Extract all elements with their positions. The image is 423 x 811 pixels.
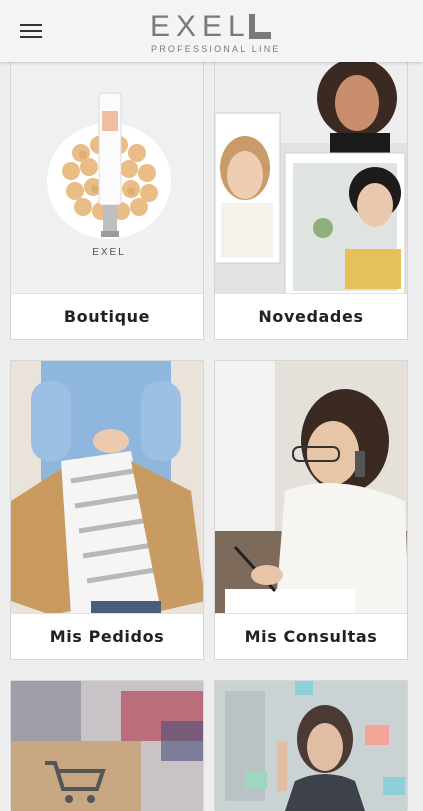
boutique-image: EXEL bbox=[11, 53, 203, 295]
logo-mark-icon bbox=[249, 14, 271, 39]
app-header: EXEL PROFESSIONAL LINE bbox=[0, 0, 423, 62]
hamburger-menu-icon[interactable] bbox=[20, 22, 44, 40]
product-logo-text: EXEL bbox=[92, 247, 126, 258]
mis-pedidos-image bbox=[11, 361, 203, 615]
logo-subtitle: PROFESSIONAL LINE bbox=[151, 44, 281, 54]
card-label-novedades: Novedades bbox=[215, 293, 407, 339]
card-row3-left[interactable] bbox=[10, 680, 204, 811]
card-row3-right[interactable] bbox=[214, 680, 408, 811]
brand-logo: EXEL PROFESSIONAL LINE bbox=[150, 10, 278, 55]
sticky-notes-image bbox=[215, 681, 407, 811]
logo-word: EXEL bbox=[150, 10, 251, 43]
cart-image bbox=[11, 681, 203, 811]
card-novedades[interactable]: Novedades bbox=[214, 52, 408, 340]
card-label-boutique: Boutique bbox=[11, 293, 203, 339]
card-mis-consultas[interactable]: Mis Consultas bbox=[214, 360, 408, 660]
mis-consultas-image bbox=[215, 361, 407, 615]
card-mis-pedidos[interactable]: Mis Pedidos bbox=[10, 360, 204, 660]
card-label-mis-pedidos: Mis Pedidos bbox=[11, 613, 203, 659]
novedades-image bbox=[215, 53, 407, 295]
card-label-mis-consultas: Mis Consultas bbox=[215, 613, 407, 659]
card-boutique[interactable]: EXEL Boutique bbox=[10, 52, 204, 340]
